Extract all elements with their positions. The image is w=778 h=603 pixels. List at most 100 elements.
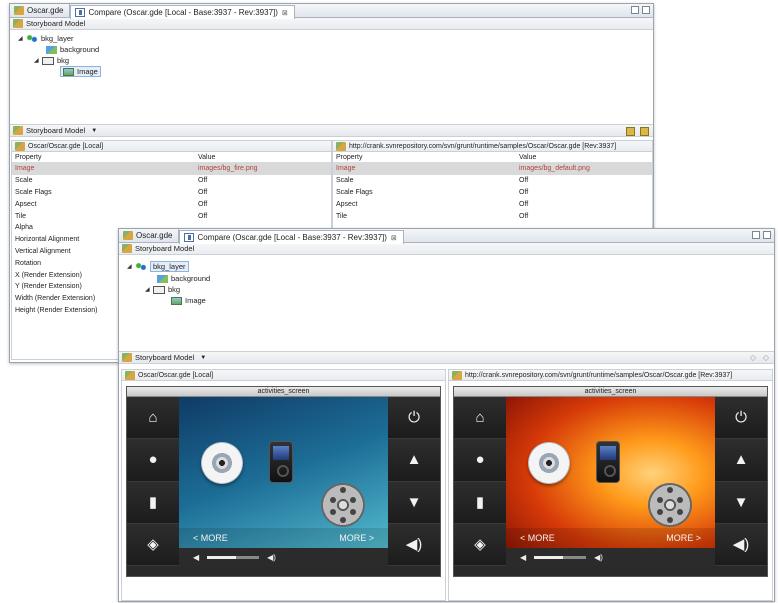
right-button-column: ⏻ ▲ ▼ ◀) <box>388 397 440 566</box>
property-value: Off <box>519 212 529 220</box>
up-arrow-icon[interactable]: ▲ <box>388 439 440 482</box>
property-value: Off <box>198 177 208 185</box>
property-name: Scale <box>336 177 354 185</box>
maximize-button[interactable] <box>763 231 771 239</box>
left-button-column: ⌂ ● ▮ ◈ <box>127 397 179 566</box>
right-button-column: ⏻ ▲ ▼ ◀) <box>715 397 767 566</box>
chevron-down-icon[interactable]: ▼ <box>91 128 97 134</box>
property-value: Off <box>198 200 208 208</box>
minimize-button[interactable] <box>752 231 760 239</box>
window-controls <box>752 231 771 239</box>
sync-right-icon[interactable]: ◇ <box>763 353 769 362</box>
compare-icon <box>184 233 195 242</box>
gde-file-icon <box>14 6 24 15</box>
tab-oscar-gde[interactable]: Oscar.gde <box>119 229 180 242</box>
tree-item-bkg-layer[interactable]: ◢ bkg_layer <box>18 33 74 44</box>
layer-icon <box>26 34 38 43</box>
property-name: Tile <box>336 212 348 220</box>
more-right-button[interactable]: MORE > <box>339 533 374 543</box>
more-left-button[interactable]: < MORE <box>193 533 228 543</box>
property-row[interactable]: Scale Off <box>333 175 652 187</box>
more-right-button[interactable]: MORE > <box>666 533 701 543</box>
power-icon[interactable]: ⏻ <box>715 397 767 440</box>
collapse-icon[interactable]: ◢ <box>34 57 40 64</box>
speaker-icon[interactable]: ◀) <box>715 523 767 566</box>
home-icon[interactable]: ⌂ <box>127 397 179 440</box>
gde-file-icon <box>123 231 133 240</box>
tab-compare[interactable]: Compare (Oscar.gde [Local - Base:3937 - … <box>70 5 295 19</box>
tree-item-bkg[interactable]: ◢ bkg <box>34 55 69 66</box>
down-arrow-icon[interactable]: ▼ <box>715 481 767 524</box>
film-reel-icon[interactable] <box>321 483 365 527</box>
property-row[interactable]: Apsect Off <box>12 198 331 210</box>
chevron-down-icon[interactable]: ▼ <box>200 355 206 361</box>
volume-low-icon[interactable]: ◀ <box>520 553 526 562</box>
property-row[interactable]: Image images/bg_default.png <box>333 163 652 175</box>
shield-icon[interactable]: ◈ <box>454 523 506 566</box>
property-column-header: Property <box>15 153 42 161</box>
tree-item-background[interactable]: background <box>157 273 210 284</box>
property-name: Scale Flags <box>15 188 52 196</box>
maximize-button[interactable] <box>642 6 650 14</box>
volume-slider[interactable] <box>207 555 260 559</box>
tab-compare[interactable]: Compare (Oscar.gde [Local - Base:3937 - … <box>179 230 404 244</box>
local-screen: < MORE MORE > ◀ ◀) <box>179 397 388 566</box>
power-icon[interactable]: ⏻ <box>388 397 440 440</box>
sync-left-icon[interactable]: ◇ <box>750 353 756 362</box>
property-value: images/bg_fire.png <box>195 163 331 175</box>
property-name: Image <box>12 163 195 175</box>
property-row[interactable]: Apsect Off <box>333 198 652 210</box>
tree-item-image[interactable]: Image <box>171 295 206 306</box>
tree-item-background[interactable]: background <box>46 44 99 55</box>
film-reel-icon[interactable] <box>648 483 692 527</box>
property-value: images/bg_default.png <box>516 163 652 175</box>
tree-item-bkg[interactable]: ◢ bkg <box>145 284 180 295</box>
volume-low-icon[interactable]: ◀ <box>193 553 199 562</box>
media-player-icon[interactable] <box>596 441 620 483</box>
thermometer-icon[interactable]: ▮ <box>127 481 179 524</box>
shield-icon[interactable]: ◈ <box>127 523 179 566</box>
media-player-icon[interactable] <box>269 441 293 483</box>
more-left-button[interactable]: < MORE <box>520 533 555 543</box>
volume-slider[interactable] <box>534 555 587 559</box>
collapse-icon[interactable]: ◢ <box>145 286 151 293</box>
bluray-disc-icon[interactable] <box>528 442 570 484</box>
property-name: Apsect <box>336 200 358 208</box>
property-row[interactable]: Scale Flags Off <box>12 187 331 199</box>
property-row[interactable]: Image images/bg_fire.png <box>12 163 331 175</box>
volume-high-icon[interactable]: ◀) <box>267 553 276 562</box>
property-row[interactable]: Scale Flags Off <box>333 187 652 199</box>
up-arrow-icon[interactable]: ▲ <box>715 439 767 482</box>
value-column-header: Value <box>198 153 216 161</box>
property-row[interactable]: Tile Off <box>333 210 652 222</box>
storyboard-icon <box>122 353 132 362</box>
close-tab-icon[interactable]: ⊠ <box>391 234 397 242</box>
home-icon[interactable]: ⌂ <box>454 397 506 440</box>
storyboard-tree: ◢ bkg_layer background ◢ bkg Image <box>119 255 774 351</box>
tab-oscar-gde[interactable]: Oscar.gde <box>10 4 71 17</box>
sync-left-icon[interactable] <box>626 127 635 136</box>
bulb-icon[interactable]: ● <box>454 439 506 482</box>
tree-item-image[interactable]: Image <box>60 66 101 77</box>
remote-path-header: http://crank.svnrepository.com/svn/grunt… <box>333 141 652 152</box>
property-row[interactable]: Scale Off <box>12 175 331 187</box>
property-value: Off <box>519 200 529 208</box>
collapse-icon[interactable]: ◢ <box>127 263 133 270</box>
group-icon <box>153 285 165 294</box>
thermometer-icon[interactable]: ▮ <box>454 481 506 524</box>
volume-high-icon[interactable]: ◀) <box>594 553 603 562</box>
image-icon <box>46 45 57 54</box>
front-tab-bar: Oscar.gde Compare (Oscar.gde [Local - Ba… <box>119 229 774 244</box>
speaker-icon[interactable]: ◀) <box>388 523 440 566</box>
property-value: Off <box>198 188 208 196</box>
tree-item-bkg-layer[interactable]: ◢ bkg_layer <box>127 261 189 272</box>
minimize-button[interactable] <box>631 6 639 14</box>
collapse-icon[interactable]: ◢ <box>18 35 24 42</box>
bulb-icon[interactable]: ● <box>127 439 179 482</box>
close-tab-icon[interactable]: ⊠ <box>282 9 288 17</box>
property-row[interactable]: Tile Off <box>12 210 331 222</box>
down-arrow-icon[interactable]: ▼ <box>388 481 440 524</box>
bluray-disc-icon[interactable] <box>201 442 243 484</box>
sync-right-icon[interactable] <box>640 127 649 136</box>
storyboard-icon <box>13 126 23 135</box>
